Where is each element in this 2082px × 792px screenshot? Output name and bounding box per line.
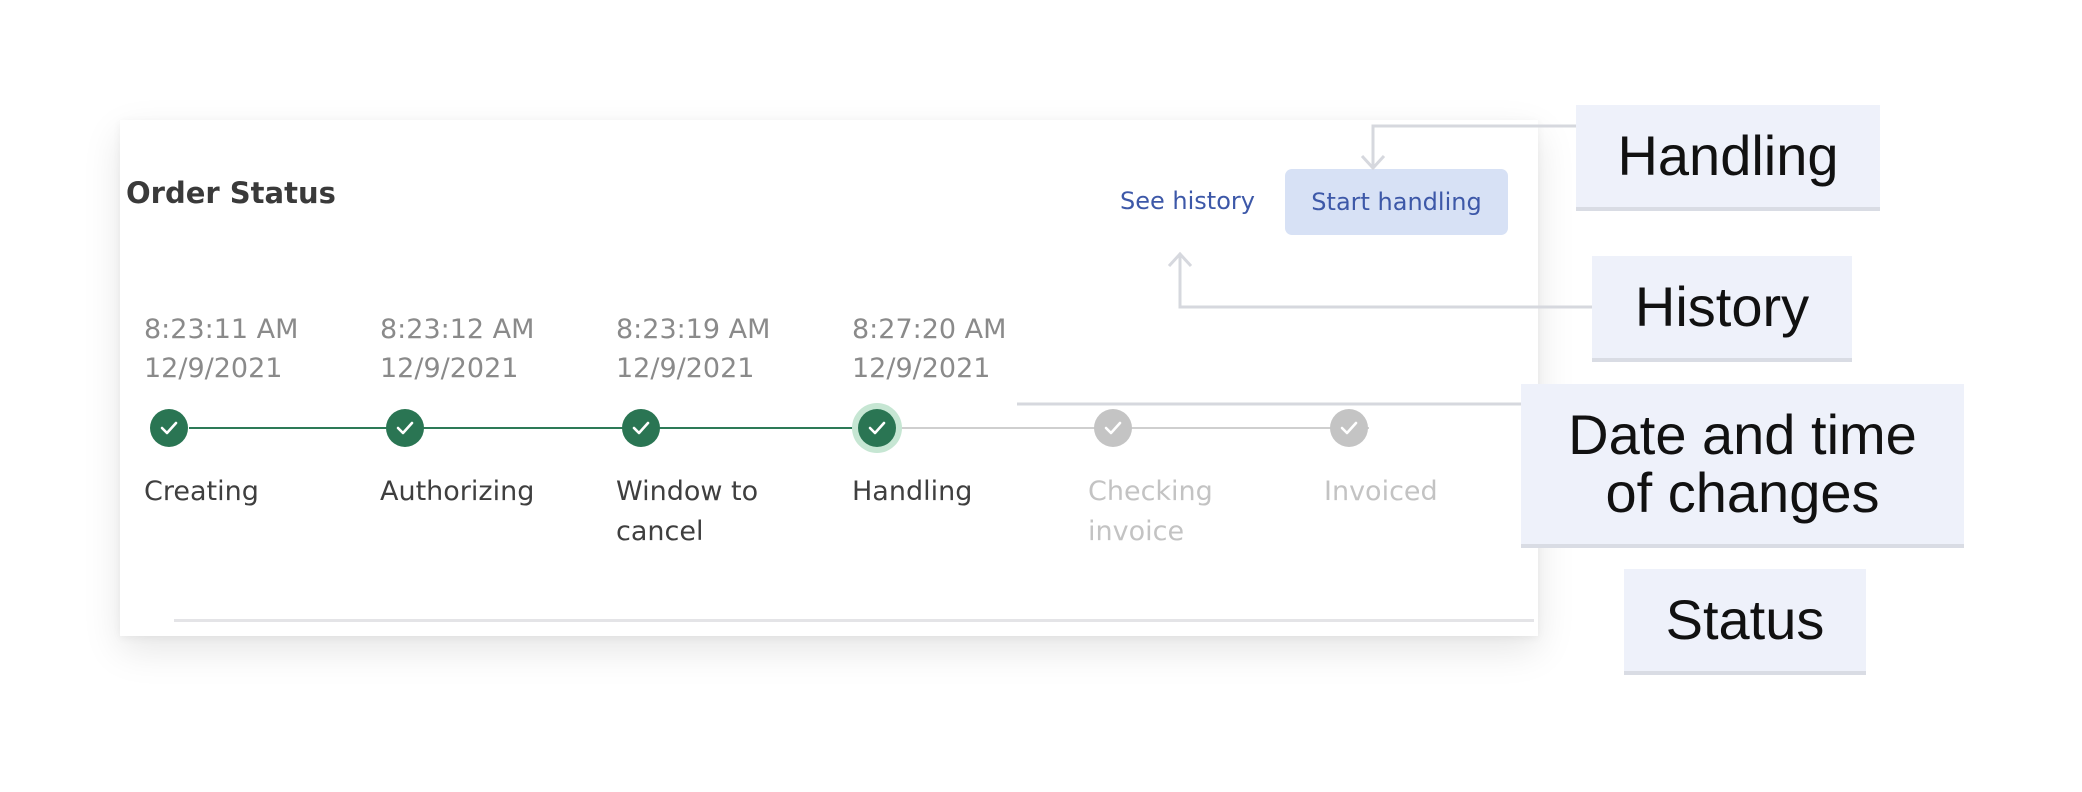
order-status-card: Order Status See history Start handling … <box>120 120 1538 636</box>
step-dot-creating <box>150 409 188 447</box>
progress-track-pending <box>897 427 1369 429</box>
step-dot-window-to-cancel <box>622 409 660 447</box>
step-label-checking-invoice: Checking invoice <box>1088 476 1213 547</box>
callout-status: Status <box>1624 569 1866 675</box>
step-time: 8:23:11 AM <box>144 314 299 345</box>
status-divider <box>174 619 1534 622</box>
see-history-link[interactable]: See history <box>1120 187 1255 215</box>
step-timestamp: 8:27:20 AM 12/9/2021 <box>852 310 1006 388</box>
step-label-window-to-cancel: Window to cancel <box>616 476 759 547</box>
step-time: 8:23:12 AM <box>380 314 535 345</box>
step-time: 8:27:20 AM <box>852 314 1007 345</box>
step-dot-handling <box>858 409 896 447</box>
step-label-authorizing: Authorizing <box>380 476 535 507</box>
check-icon <box>1340 421 1358 435</box>
check-icon <box>160 421 178 435</box>
step-timestamp: 8:23:19 AM 12/9/2021 <box>616 310 770 388</box>
step-timestamp: 8:23:12 AM 12/9/2021 <box>380 310 534 388</box>
check-icon <box>868 421 886 435</box>
step-dot-invoiced <box>1330 409 1368 447</box>
callout-history: History <box>1592 256 1852 362</box>
step-date: 12/9/2021 <box>852 353 991 384</box>
step-timestamp: 8:23:11 AM 12/9/2021 <box>144 310 298 388</box>
step-date: 12/9/2021 <box>144 353 283 384</box>
step-label-invoiced: Invoiced <box>1324 476 1438 507</box>
step-date: 12/9/2021 <box>380 353 519 384</box>
step-date: 12/9/2021 <box>616 353 755 384</box>
start-handling-button[interactable]: Start handling <box>1285 169 1508 235</box>
callout-handling: Handling <box>1576 105 1880 211</box>
callout-date-time: Date and time of changes <box>1521 384 1964 548</box>
check-icon <box>1104 421 1122 435</box>
step-dot-authorizing <box>386 409 424 447</box>
check-icon <box>396 421 414 435</box>
page-title: Order Status <box>126 176 336 210</box>
step-label-handling: Handling <box>852 476 973 507</box>
step-dot-checking-invoice <box>1094 409 1132 447</box>
check-icon <box>632 421 650 435</box>
progress-track-completed <box>189 427 897 429</box>
step-time: 8:23:19 AM <box>616 314 771 345</box>
step-label-creating: Creating <box>144 476 259 507</box>
